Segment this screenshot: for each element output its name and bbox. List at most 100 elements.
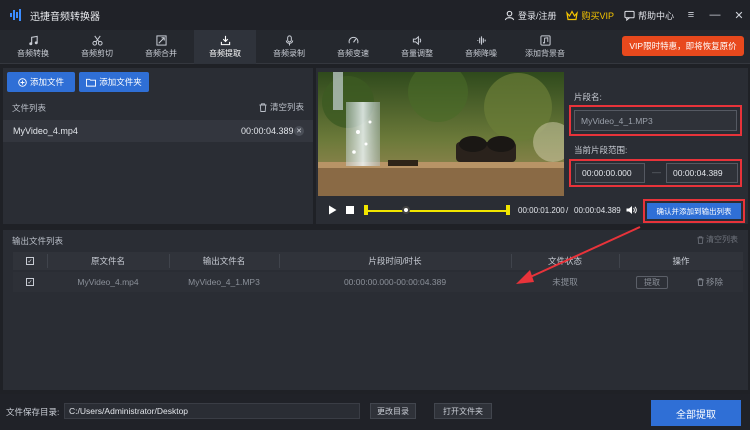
row-checkbox[interactable]: ✓ — [26, 278, 34, 286]
extract-button[interactable]: 提取 — [636, 275, 668, 289]
tab-label: 音频提取 — [209, 49, 241, 58]
playhead-knob[interactable] — [402, 206, 410, 214]
app-logo-icon — [8, 7, 24, 23]
open-folder-button[interactable]: 打开文件夹 — [434, 403, 492, 419]
col-output: 输出文件名 — [202, 256, 246, 266]
tab-audio-denoise[interactable]: 音频降噪 — [450, 30, 512, 64]
trim-track[interactable] — [364, 210, 510, 212]
tab-label: 音频录制 — [273, 49, 305, 58]
player-controls: 00:00:01.200 / 00:00:04.389 — [318, 202, 648, 220]
range-end-field[interactable]: 00:00:04.389 — [666, 163, 738, 183]
volume-icon[interactable] — [626, 205, 637, 217]
crown-icon — [566, 9, 579, 20]
add-folder-button[interactable]: 添加文件夹 — [79, 72, 149, 92]
save-dir-label: 文件保存目录: — [6, 407, 60, 417]
output-clear-label: 清空列表 — [706, 235, 738, 244]
bottom-bar: 文件保存目录: C:/Users/Administrator/Desktop 更… — [0, 394, 750, 430]
clear-list-label: 清空列表 — [270, 102, 305, 112]
row-range: 00:00:00.000-00:00:04.389 — [343, 277, 447, 287]
add-file-button[interactable]: 添加文件 — [7, 72, 75, 92]
row-extract-cell: 提取 — [619, 272, 685, 292]
tab-label: 音频剪切 — [81, 49, 113, 58]
buy-vip-label: 购买VIP — [581, 10, 614, 21]
tab-volume-adjust[interactable]: 音量调整 — [386, 30, 448, 64]
scissors-icon — [91, 35, 103, 46]
title-bar: 迅捷音频转换器 登录/注册 购买VIP 帮助中心 ≡ — ✕ — [0, 0, 750, 30]
table-row[interactable]: ✓ MyVideo_4.mp4 MyVideo_4_1.MP3 00:00:00… — [13, 272, 743, 292]
remove-button[interactable]: 移除 — [697, 276, 723, 288]
range-dash: — — [652, 167, 661, 177]
tab-add-background-music[interactable]: 添加背景音 — [514, 30, 576, 64]
help-center-link[interactable]: 帮助中心 — [624, 9, 674, 22]
trim-end-handle[interactable] — [506, 205, 510, 215]
tab-audio-convert[interactable]: 音频转换 — [2, 30, 64, 64]
trim-start-handle[interactable] — [364, 205, 368, 215]
tab-label: 音频合并 — [145, 49, 177, 58]
range-start-field[interactable]: 00:00:00.000 — [575, 163, 645, 183]
user-icon — [504, 10, 515, 20]
tab-audio-merge[interactable]: 音频合并 — [130, 30, 192, 64]
login-label: 登录/注册 — [517, 10, 557, 21]
minimize-icon[interactable]: — — [708, 8, 722, 22]
col-status: 文件状态 — [547, 256, 582, 266]
denoise-icon — [476, 36, 486, 45]
preview-panel: 00:00:01.200 / 00:00:04.389 片段名: MyVideo… — [316, 68, 748, 224]
volume-icon — [412, 35, 421, 46]
output-clear-button[interactable]: 清空列表 — [697, 234, 738, 245]
total-time: 00:00:04.389 — [574, 206, 621, 215]
chat-icon — [624, 10, 635, 21]
help-label: 帮助中心 — [637, 10, 674, 21]
output-list-panel: 输出文件列表 清空列表 ✓ 原文件名 输出文件名 片段时间/时长 文件状态 操作… — [3, 230, 748, 390]
trash-icon — [697, 278, 704, 286]
add-folder-label: 添加文件夹 — [99, 77, 142, 87]
segment-name-field[interactable]: MyVideo_4_1.MP3 — [574, 110, 737, 131]
row-remove-cell: 移除 — [685, 272, 735, 292]
save-path-field[interactable]: C:/Users/Administrator/Desktop — [64, 403, 360, 419]
login-link[interactable]: 登录/注册 — [504, 9, 557, 22]
extract-icon — [220, 35, 230, 46]
file-name: MyVideo_4.mp4 — [13, 126, 78, 136]
output-list-title: 输出文件列表 — [12, 236, 64, 246]
trash-icon — [697, 235, 704, 244]
folder-icon — [86, 78, 97, 87]
tab-label: 音频降噪 — [465, 49, 497, 58]
file-duration: 00:00:04.389 — [241, 126, 294, 136]
close-icon[interactable]: ✕ — [732, 8, 746, 22]
confirm-add-button[interactable]: 确认并添加到输出列表 — [647, 203, 741, 219]
buy-vip-button[interactable]: 购买VIP — [566, 9, 614, 22]
background-music-icon — [539, 35, 551, 46]
file-list-title: 文件列表 — [12, 103, 47, 113]
speed-icon — [348, 36, 358, 44]
clear-list-button[interactable]: 清空列表 — [259, 101, 304, 113]
tab-label: 音频转换 — [17, 49, 49, 58]
video-preview — [318, 72, 564, 196]
col-source: 原文件名 — [90, 256, 125, 266]
add-file-label: 添加文件 — [29, 77, 64, 87]
table-header: ✓ 原文件名 输出文件名 片段时间/时长 文件状态 操作 — [13, 252, 743, 270]
plus-circle-icon — [18, 77, 27, 87]
col-actions: 操作 — [672, 256, 690, 266]
tab-label: 添加背景音 — [525, 49, 565, 58]
microphone-icon — [285, 35, 293, 46]
stop-icon[interactable] — [346, 206, 354, 216]
vip-promo-banner[interactable]: VIP限时特惠，即将恢复原价 — [622, 36, 744, 56]
music-note-icon — [28, 35, 38, 46]
change-dir-button[interactable]: 更改目录 — [370, 403, 416, 419]
tab-audio-speed[interactable]: 音频变速 — [322, 30, 384, 64]
row-checkbox-cell: ✓ — [13, 272, 47, 292]
extract-all-button[interactable]: 全部提取 — [651, 400, 741, 426]
feature-toolbar: 音频转换 音频剪切 音频合并 音频提取 音频录制 音频变速 音量调整 音频降噪 … — [0, 30, 750, 64]
play-icon[interactable] — [328, 205, 337, 217]
col-range: 片段时间/时长 — [368, 256, 422, 266]
tab-audio-record[interactable]: 音频录制 — [258, 30, 320, 64]
list-item[interactable]: MyVideo_4.mp4 00:00:04.389 ✕ — [3, 120, 313, 142]
tab-label: 音量调整 — [401, 49, 433, 58]
menu-icon[interactable]: ≡ — [684, 8, 698, 22]
tab-audio-cut[interactable]: 音频剪切 — [66, 30, 128, 64]
file-list-panel: 添加文件 添加文件夹 文件列表 清空列表 MyVideo_4.mp4 00:00… — [3, 68, 313, 224]
time-separator: / — [566, 206, 569, 215]
trash-icon — [259, 102, 267, 112]
tab-audio-extract[interactable]: 音频提取 — [194, 30, 256, 64]
remove-file-icon[interactable]: ✕ — [294, 126, 304, 136]
select-all-checkbox[interactable]: ✓ — [26, 257, 34, 265]
